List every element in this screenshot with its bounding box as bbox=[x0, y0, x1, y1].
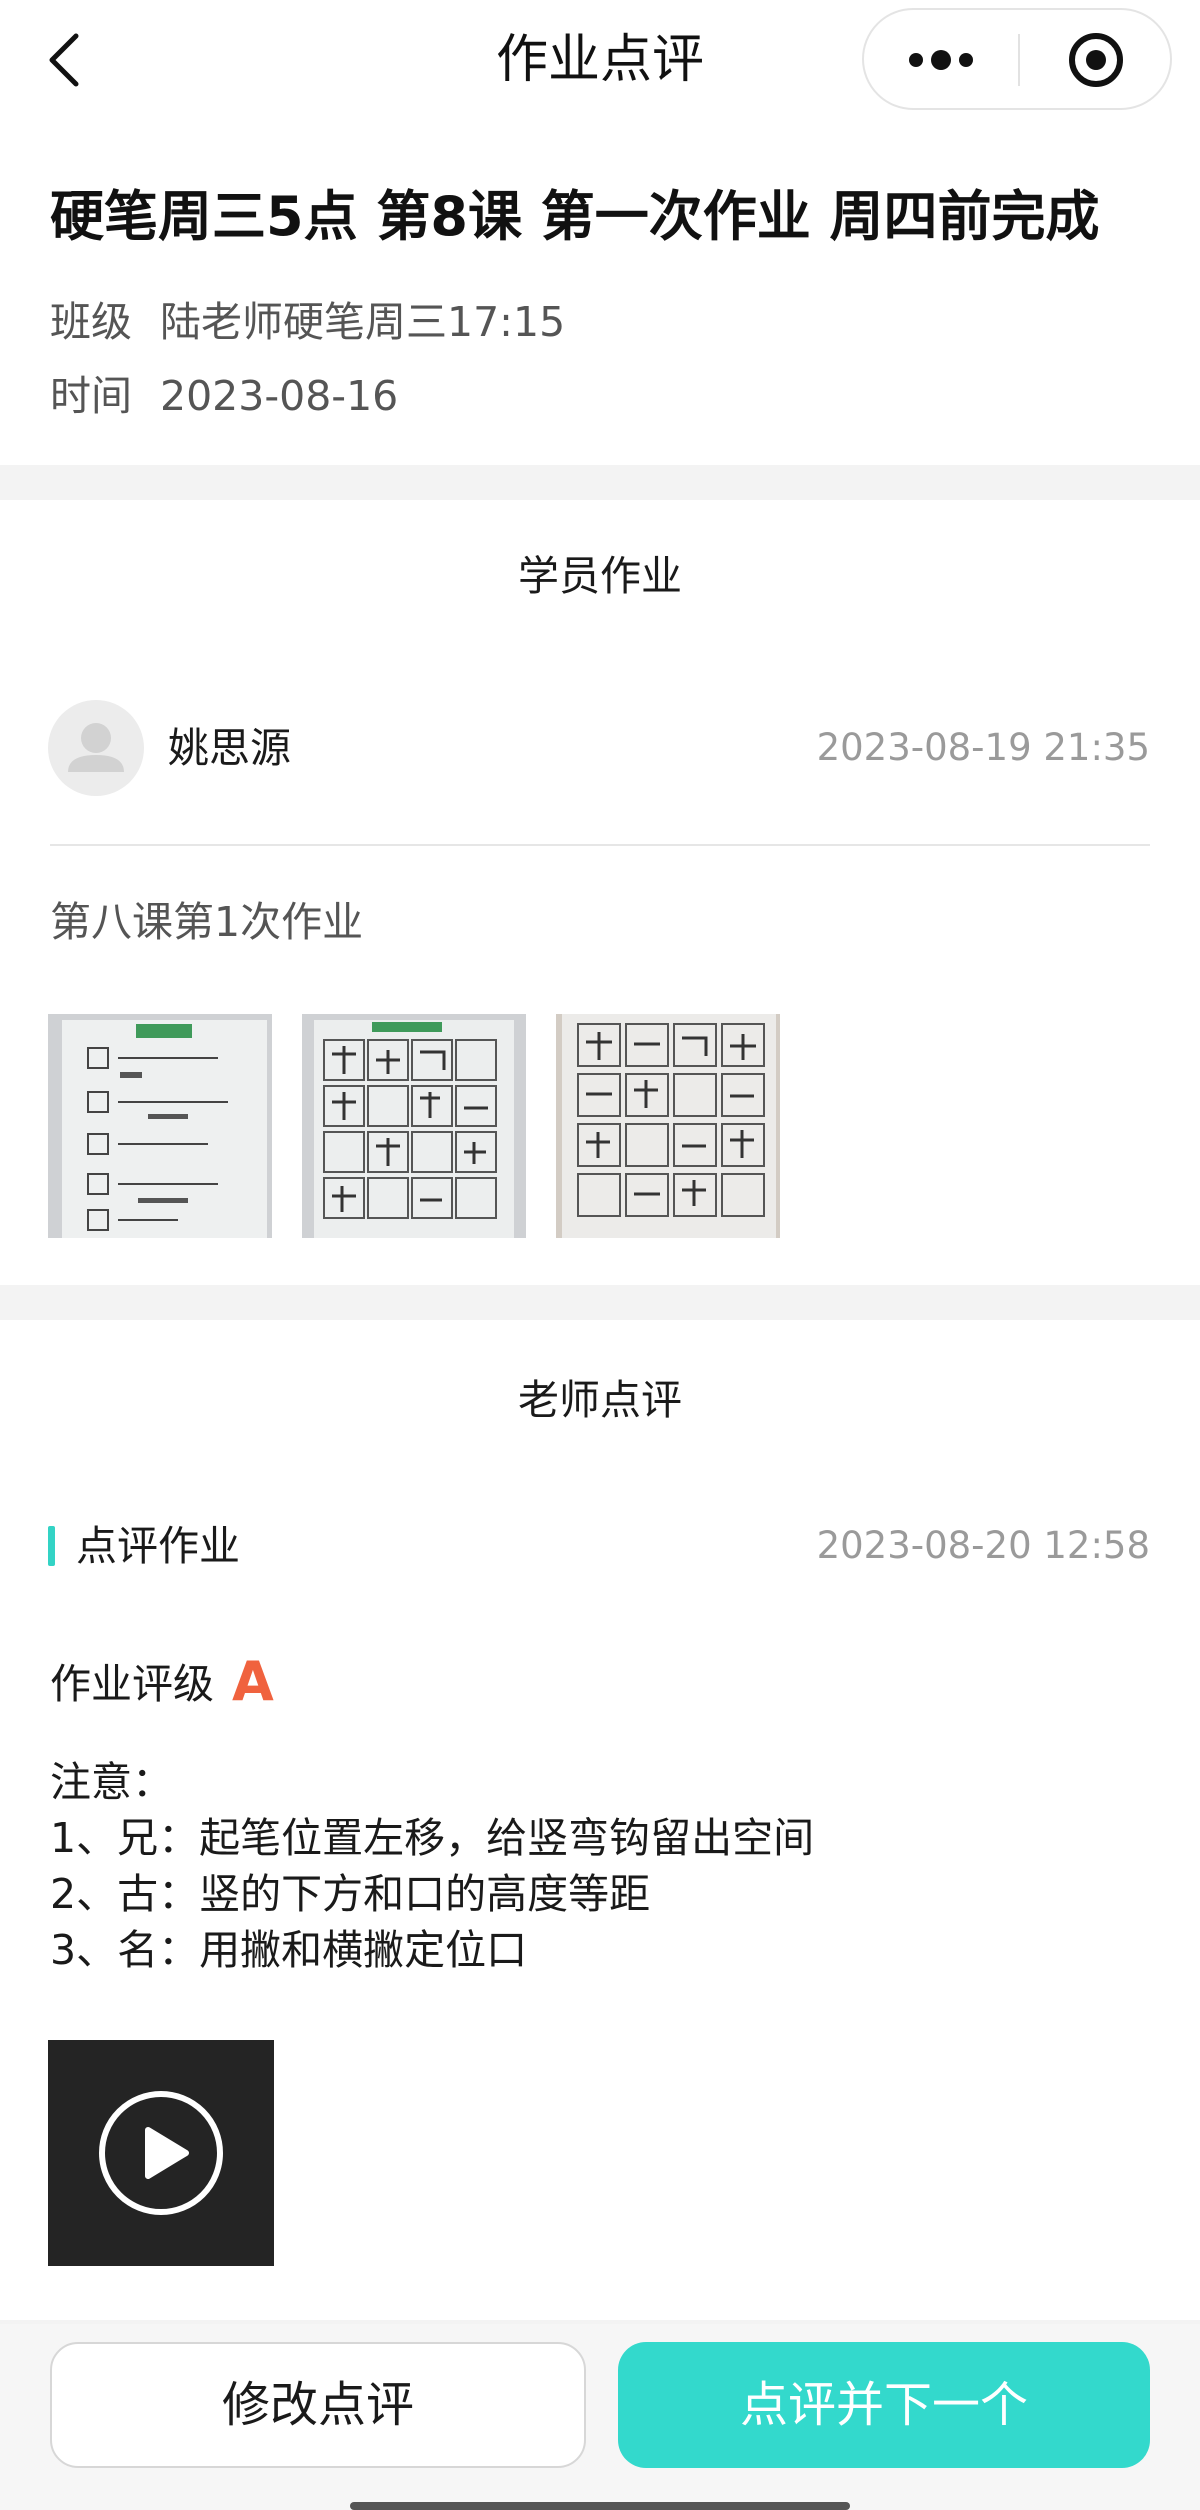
time-value: 2023-08-16 bbox=[160, 372, 399, 420]
grade-label: 作业评级 bbox=[50, 1660, 214, 1708]
comment-line: 注意： bbox=[50, 1758, 173, 1806]
class-row: 班级 陆老师硬笔周三17:15 bbox=[50, 294, 565, 350]
homework-text: 第八课第1次作业 bbox=[50, 898, 364, 946]
homework-photo-graphic bbox=[302, 1014, 526, 1238]
chevron-left-icon bbox=[49, 33, 79, 87]
homework-header: 硬笔周三5点 第8课 第一次作业 周四前完成 班级 陆老师硬笔周三17:15 时间… bbox=[0, 120, 1200, 465]
close-button[interactable] bbox=[1020, 10, 1172, 110]
comment-line: 3、名：用撇和横撇定位口 bbox=[50, 1926, 528, 1974]
more-dots-icon bbox=[909, 50, 973, 70]
homework-photo-graphic bbox=[48, 1014, 272, 1238]
student-homework-card: 学员作业 姚思源 2023-08-19 21:35 第八课第1次作业 bbox=[0, 500, 1200, 1285]
review-comment: 注意： 1、兄：起笔位置左移，给竖弯钩留出空间 2、古：竖的下方和口的高度等距 … bbox=[50, 1754, 1150, 1978]
accent-bar bbox=[48, 1526, 55, 1566]
play-icon bbox=[99, 2091, 223, 2215]
homework-photo-graphic bbox=[556, 1014, 780, 1238]
edit-review-button[interactable]: 修改点评 bbox=[50, 2342, 586, 2468]
student-name: 姚思源 bbox=[168, 724, 291, 772]
avatar[interactable] bbox=[48, 700, 144, 796]
teacher-review-card: 老师点评 点评作业 2023-08-20 12:58 作业评级 A 注意： 1、… bbox=[0, 1320, 1200, 2320]
time-row: 时间 2023-08-16 bbox=[50, 368, 398, 424]
homework-photo-1[interactable] bbox=[48, 1014, 272, 1238]
more-button[interactable] bbox=[864, 10, 1018, 110]
divider bbox=[50, 844, 1150, 846]
home-indicator bbox=[350, 2502, 850, 2510]
bottom-action-bar: 修改点评 点评并下一个 bbox=[0, 2324, 1200, 2510]
user-placeholder-icon bbox=[68, 723, 124, 772]
review-and-next-button[interactable]: 点评并下一个 bbox=[618, 2342, 1150, 2468]
page-title: 作业点评 bbox=[495, 30, 704, 90]
homework-title: 硬笔周三5点 第8课 第一次作业 周四前完成 bbox=[50, 185, 1100, 248]
grade-value: A bbox=[232, 1650, 274, 1713]
back-button[interactable] bbox=[40, 30, 90, 90]
target-circle-icon bbox=[1069, 33, 1123, 87]
review-label: 点评作业 bbox=[76, 1522, 240, 1570]
nav-bar: 作业点评 bbox=[0, 0, 1200, 120]
teacher-section-title: 老师点评 bbox=[518, 1376, 682, 1424]
submit-time: 2023-08-19 21:35 bbox=[816, 726, 1150, 769]
class-label: 班级 bbox=[50, 298, 132, 346]
review-video[interactable] bbox=[48, 2040, 274, 2266]
class-value: 陆老师硬笔周三17:15 bbox=[160, 298, 566, 346]
homework-photo-2[interactable] bbox=[302, 1014, 526, 1238]
homework-photo-3[interactable] bbox=[556, 1014, 780, 1238]
mini-program-capsule bbox=[862, 8, 1172, 110]
review-time: 2023-08-20 12:58 bbox=[816, 1524, 1150, 1567]
comment-line: 1、兄：起笔位置左移，给竖弯钩留出空间 bbox=[50, 1814, 815, 1862]
time-label: 时间 bbox=[50, 372, 132, 420]
comment-line: 2、古：竖的下方和口的高度等距 bbox=[50, 1870, 651, 1918]
student-section-title: 学员作业 bbox=[518, 552, 682, 600]
